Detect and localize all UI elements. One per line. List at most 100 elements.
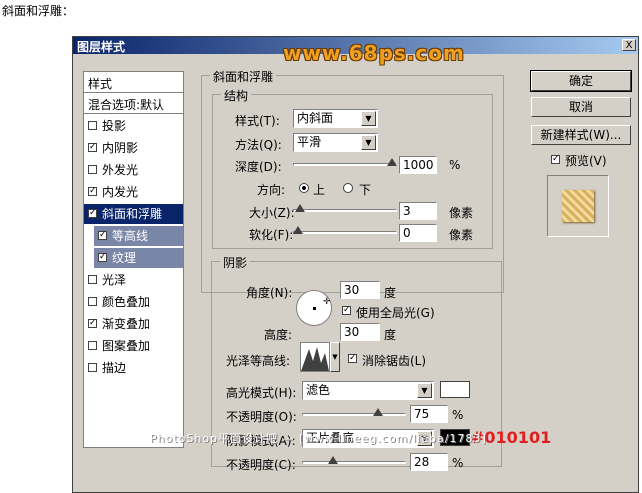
- style-item[interactable]: 光泽: [84, 270, 183, 290]
- style-item-checkbox[interactable]: ✓: [98, 231, 107, 240]
- size-unit: 像素: [449, 206, 474, 220]
- layer-style-dialog: 图层样式 www.68ps.com X 样式 混合选项:默认 投影 ✓ 内阴影外发光…: [72, 36, 639, 493]
- style-item[interactable]: 描边: [84, 358, 183, 378]
- site-watermark: www.68ps.com: [283, 41, 465, 65]
- new-style-button[interactable]: 新建样式(W)...: [531, 125, 631, 145]
- soften-slider[interactable]: [293, 231, 397, 234]
- style-item[interactable]: ✓ 内阴影: [84, 138, 183, 158]
- contour-dropdown-button[interactable]: ▼: [330, 342, 340, 372]
- style-item-checkbox[interactable]: ✓: [88, 319, 97, 328]
- style-item-label: 斜面和浮雕: [102, 207, 163, 221]
- style-item-checkbox[interactable]: [88, 121, 97, 130]
- style-item[interactable]: ✓ 纹理: [94, 248, 183, 268]
- style-item-checkbox[interactable]: [88, 275, 97, 284]
- style-item-checkbox[interactable]: ✓: [88, 143, 97, 152]
- shadow-opacity-unit: %: [452, 456, 464, 470]
- shadow-opacity-input[interactable]: 28: [410, 453, 448, 471]
- soften-label: 软化(F):: [249, 228, 294, 242]
- check-icon: ✓: [99, 252, 107, 262]
- blend-options-item[interactable]: 混合选项:默认: [84, 93, 183, 114]
- footer-watermark: PhotoShop平面设计吧 — [www.lineeg.com/lieba/1…: [150, 432, 487, 445]
- highlight-opacity-input[interactable]: 75: [410, 405, 448, 423]
- size-slider-thumb[interactable]: [294, 204, 305, 212]
- check-icon: ✓: [349, 353, 357, 363]
- depth-slider-thumb[interactable]: [387, 158, 397, 166]
- bevel-group-title: 斜面和浮雕: [210, 68, 277, 85]
- style-preview: [547, 175, 609, 237]
- cancel-button[interactable]: 取消: [531, 97, 631, 117]
- preview-checkbox[interactable]: ✓: [551, 155, 560, 164]
- highlight-color-swatch[interactable]: [440, 381, 470, 398]
- style-label: 样式(T):: [235, 114, 280, 128]
- style-item[interactable]: ✓ 斜面和浮雕: [84, 204, 183, 224]
- soften-unit: 像素: [449, 228, 474, 242]
- radio-dot-icon: [302, 186, 306, 190]
- depth-label: 深度(D):: [235, 160, 282, 174]
- style-item-label: 外发光: [102, 163, 139, 177]
- blend-options-label: 混合选项:默认: [88, 98, 165, 112]
- check-icon: ✓: [89, 142, 97, 152]
- altitude-label: 高度:: [264, 328, 293, 342]
- size-input[interactable]: 3: [399, 202, 437, 220]
- style-item-checkbox[interactable]: ✓: [98, 253, 107, 262]
- check-icon: ✓: [89, 318, 97, 328]
- altitude-input[interactable]: 30: [340, 323, 380, 341]
- close-button[interactable]: X: [622, 39, 636, 51]
- highlight-opacity-slider[interactable]: [302, 413, 406, 416]
- highlight-mode-select[interactable]: 滤色 ▼: [302, 381, 434, 400]
- angle-center-icon: [313, 307, 316, 310]
- page-caption: 斜面和浮雕：: [2, 4, 75, 18]
- style-item-checkbox[interactable]: [88, 341, 97, 350]
- angle-label: 角度(N):: [246, 286, 293, 300]
- style-item-checkbox[interactable]: [88, 165, 97, 174]
- angle-input[interactable]: 30: [340, 281, 380, 299]
- style-item[interactable]: ✓ 渐变叠加: [84, 314, 183, 334]
- size-label: 大小(Z):: [249, 206, 295, 220]
- structure-title: 结构: [221, 87, 252, 104]
- style-item[interactable]: 颜色叠加: [84, 292, 183, 312]
- style-item-label: 光泽: [102, 273, 127, 287]
- soften-input[interactable]: 0: [399, 224, 437, 242]
- highlight-opacity-label: 不透明度(O):: [226, 410, 297, 424]
- ok-button[interactable]: 确定: [530, 70, 632, 92]
- style-item[interactable]: 图案叠加: [84, 336, 183, 356]
- method-select[interactable]: 平滑 ▼: [293, 133, 378, 152]
- style-item-label: 内阴影: [102, 141, 139, 155]
- style-item-checkbox[interactable]: ✓: [88, 209, 97, 218]
- shadow-opacity-thumb[interactable]: [328, 456, 339, 464]
- antialias-checkbox[interactable]: ✓: [348, 354, 357, 363]
- gloss-contour-preview[interactable]: [300, 342, 330, 372]
- close-icon: X: [625, 40, 633, 51]
- direction-up-radio[interactable]: [299, 183, 309, 193]
- direction-label: 方向:: [257, 183, 286, 197]
- style-item-checkbox[interactable]: [88, 363, 97, 372]
- global-light-checkbox[interactable]: ✓: [342, 306, 351, 315]
- style-item[interactable]: 投影: [84, 116, 183, 136]
- style-item[interactable]: ✓ 内发光: [84, 182, 183, 202]
- style-item[interactable]: ✓ 等高线: [94, 226, 183, 246]
- depth-input[interactable]: 1000: [399, 156, 437, 174]
- shading-title: 阴影: [220, 254, 251, 271]
- check-icon: ✓: [89, 186, 97, 196]
- angle-dial[interactable]: ✛: [296, 290, 332, 326]
- style-item-label: 渐变叠加: [102, 317, 151, 331]
- highlight-mode-label: 高光模式(H):: [226, 386, 297, 400]
- soften-slider-thumb[interactable]: [293, 226, 303, 234]
- style-item-label: 颜色叠加: [102, 295, 151, 309]
- style-item-checkbox[interactable]: [88, 297, 97, 306]
- style-item[interactable]: 外发光: [84, 160, 183, 180]
- title-bar[interactable]: 图层样式 www.68ps.com X: [73, 37, 638, 65]
- highlight-opacity-thumb[interactable]: [372, 408, 383, 416]
- antialias-label: 消除锯齿(L): [362, 354, 427, 368]
- style-item-checkbox[interactable]: ✓: [88, 187, 97, 196]
- size-slider[interactable]: [293, 209, 397, 212]
- direction-down-radio[interactable]: [343, 183, 353, 193]
- bevel-style-select[interactable]: 内斜面 ▼: [293, 109, 378, 128]
- shadow-opacity-slider[interactable]: [302, 461, 406, 464]
- styles-header-label: 样式: [88, 77, 113, 91]
- dialog-title: 图层样式: [77, 40, 126, 54]
- styles-header[interactable]: 样式: [84, 72, 183, 93]
- altitude-unit: 度: [384, 328, 397, 342]
- style-item-label: 描边: [102, 361, 127, 375]
- depth-slider[interactable]: [293, 163, 397, 166]
